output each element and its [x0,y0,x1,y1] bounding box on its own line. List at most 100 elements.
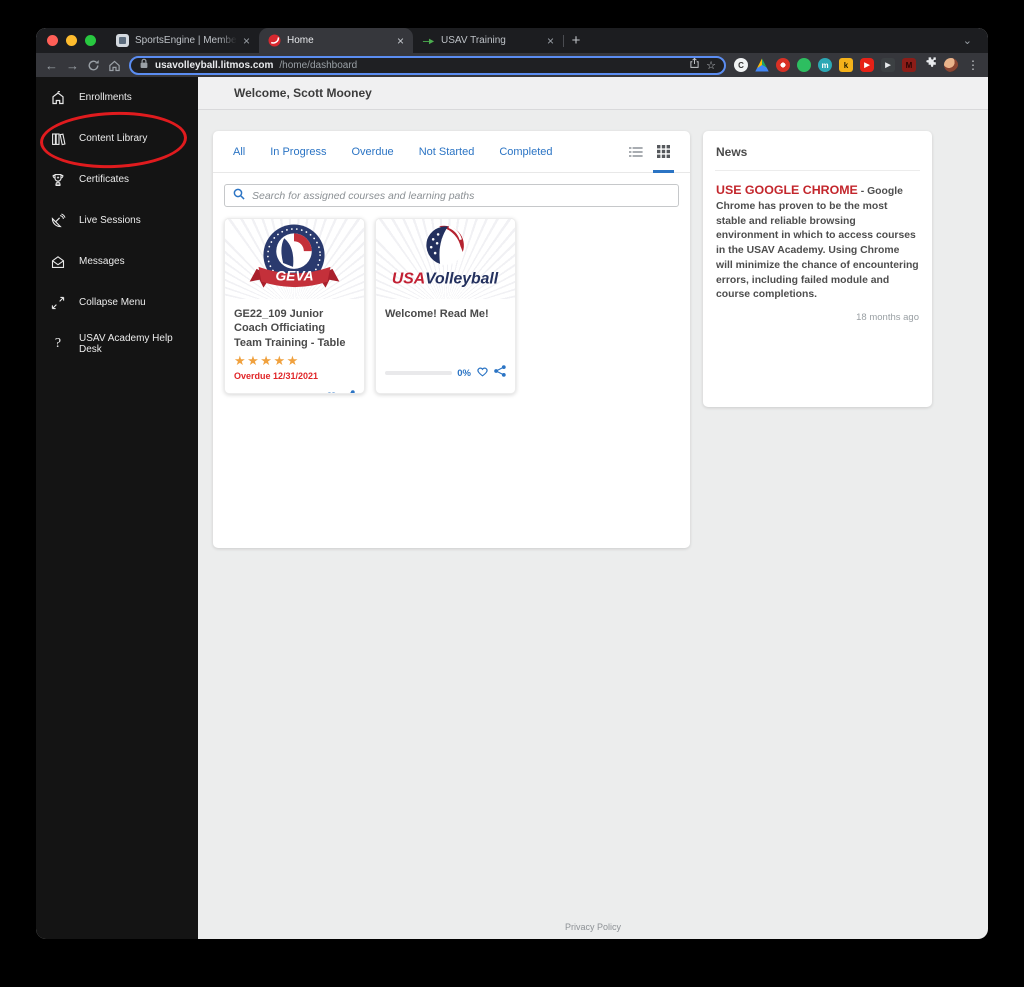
sidebar-item-label: Content Library [79,133,148,144]
sidebar-item-label: Live Sessions [79,215,141,226]
course-card-usav[interactable]: USAVolleyball Welcome! Read Me! 0% [375,218,516,394]
overdue-label: Overdue 12/31/2021 [234,370,319,381]
sidebar-item-certificates[interactable]: Certificates [36,159,198,200]
svg-text:USAVolleyball: USAVolleyball [392,271,499,288]
usa-volleyball-logo: USAVolleyball [376,219,515,299]
svg-text:GEVA: GEVA [275,269,313,284]
envelope-open-icon [49,254,67,270]
sportsengine-favicon-icon [116,34,129,47]
progress-bar [385,371,453,375]
news-timestamp: 18 months ago [856,312,919,324]
filter-tab-overdue[interactable]: Overdue [351,146,393,158]
app-content: Enrollments Content Library Certificates… [36,77,988,939]
filter-tabs: All In Progress Overdue Not Started Comp… [213,131,690,173]
sidebar-item-label: Collapse Menu [79,297,146,308]
extension-m2-icon[interactable]: M [902,58,916,72]
tab-close-icon[interactable]: × [547,35,554,47]
news-text: - Google Chrome has proven to be the mos… [716,186,919,301]
search-input[interactable] [252,189,670,202]
tab-close-icon[interactable]: × [397,35,404,47]
trophy-icon [49,172,67,188]
tab-title: USAV Training [441,35,506,46]
grid-view-icon[interactable] [653,131,674,173]
back-button[interactable]: ← [45,59,58,72]
share-icon[interactable] [689,56,700,74]
minimize-window-button[interactable] [66,35,77,46]
tab-search-chevron-icon[interactable]: ⌄ [947,28,988,53]
welcome-bar: Welcome, Scott Mooney [198,77,988,110]
google-drive-icon[interactable] [755,58,769,72]
star-rating[interactable]: ★★★★★ [234,353,355,369]
favorite-heart-icon[interactable] [476,364,489,382]
traffic-lights [36,28,107,53]
browser-window: SportsEngine | Membership De × Home × US… [36,28,988,939]
progress-percent: 33% [301,392,320,393]
filter-tab-in-progress[interactable]: In Progress [270,146,326,158]
news-heading: News [716,145,748,159]
books-icon [49,131,67,147]
course-search [224,184,679,207]
share-course-icon[interactable] [494,364,506,382]
extension-c-icon[interactable]: C [734,58,748,72]
collapse-arrows-icon [49,295,67,311]
course-footer: 33% [225,381,364,393]
tab-close-icon[interactable]: × [243,35,250,47]
courses-panel: All In Progress Overdue Not Started Comp… [213,131,690,548]
sidebar-item-live-sessions[interactable]: Live Sessions [36,200,198,241]
news-headline: USE GOOGLE CHROME [716,183,858,197]
list-view-icon[interactable] [629,131,643,172]
bookmark-star-icon[interactable]: ☆ [706,59,716,72]
home-button[interactable] [108,59,121,72]
sidebar-item-content-library[interactable]: Content Library [36,118,198,159]
filter-tab-completed[interactable]: Completed [499,146,552,158]
extensions-row: C m k ▶ ▶ M ⋮ [734,56,979,74]
school-icon [49,90,67,106]
course-title: GE22_109 Junior Coach Officiating Team T… [234,308,346,349]
reload-button[interactable] [87,59,100,72]
extension-red-icon[interactable] [776,58,790,72]
usav-training-favicon-icon [422,34,435,47]
tab-strip: SportsEngine | Membership De × Home × US… [36,28,988,53]
favorite-heart-icon[interactable] [325,389,338,393]
main-area: Welcome, Scott Mooney All In Progress Ov… [198,77,988,939]
forward-button[interactable]: → [66,59,79,72]
browser-menu-icon[interactable]: ⋮ [965,58,979,72]
new-tab-button[interactable]: + [564,28,588,53]
sidebar-item-enrollments[interactable]: Enrollments [36,77,198,118]
extension-k-icon[interactable]: k [839,58,853,72]
url-path: /home/dashboard [279,59,358,71]
close-window-button[interactable] [47,35,58,46]
sidebar-item-messages[interactable]: Messages [36,241,198,282]
tab-sportsengine[interactable]: SportsEngine | Membership De × [107,28,259,53]
sidebar-item-collapse-menu[interactable]: Collapse Menu [36,282,198,323]
address-bar[interactable]: usavolleyball.litmos.com/home/dashboard … [129,55,726,75]
tab-title: Home [287,35,314,46]
geva-logo: GEVA [225,219,364,299]
question-mark-icon: ? [54,335,62,351]
zoom-window-button[interactable] [85,35,96,46]
extension-play-icon[interactable]: ▶ [881,58,895,72]
browser-toolbar: ← → usavolleyball.litmos.com/home/dashbo… [36,53,988,77]
course-grid: GEVA GE22_109 Junior Coach Officiating T… [213,207,690,405]
filter-tab-not-started[interactable]: Not Started [419,146,475,158]
privacy-policy-link[interactable]: Privacy Policy [198,922,988,932]
sidebar-item-help-desk[interactable]: ? USAV Academy Help Desk [36,323,198,364]
welcome-text: Welcome, Scott Mooney [234,86,372,100]
sidebar-item-label: Enrollments [79,92,132,103]
youtube-icon[interactable]: ▶ [860,58,874,72]
litmos-favicon-icon [268,34,281,47]
extension-m-icon[interactable]: m [818,58,832,72]
course-title: Welcome! Read Me! [385,308,489,320]
profile-avatar[interactable] [944,58,958,72]
evernote-icon[interactable] [797,58,811,72]
search-icon [233,187,245,205]
news-item: USE GOOGLE CHROME - Google Chrome has pr… [703,171,932,303]
sidebar: Enrollments Content Library Certificates… [36,77,198,939]
course-card-geva[interactable]: GEVA GE22_109 Junior Coach Officiating T… [224,218,365,394]
tab-home[interactable]: Home × [259,28,413,53]
share-course-icon[interactable] [343,389,355,393]
puzzle-extensions-icon[interactable] [923,56,937,74]
sidebar-item-label: USAV Academy Help Desk [79,332,173,355]
filter-tab-all[interactable]: All [233,146,245,158]
tab-usav-training[interactable]: USAV Training × [413,28,563,53]
